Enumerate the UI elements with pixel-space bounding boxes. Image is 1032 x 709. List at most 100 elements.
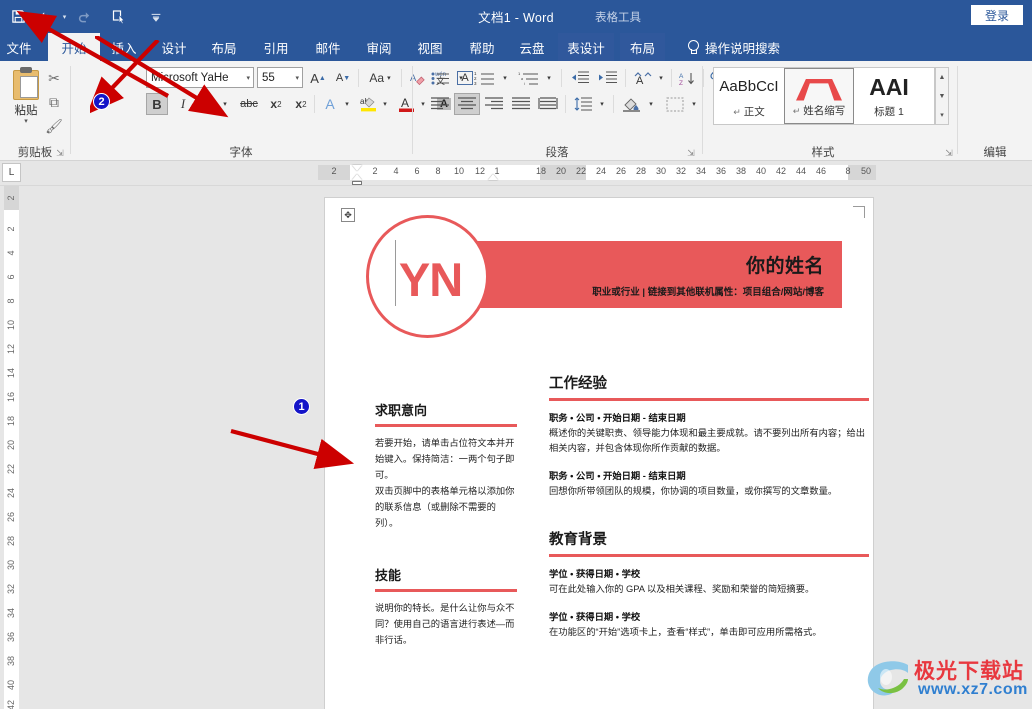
increase-indent-icon[interactable] bbox=[595, 67, 620, 89]
document-page[interactable]: ✥ 你的姓名 职业或行业 | 链接到其他联机属性：项目组合/网站/博客 YN 求… bbox=[325, 198, 873, 709]
font-size-caret-icon[interactable]: ▾ bbox=[295, 74, 299, 82]
subscript-button[interactable]: x2 bbox=[265, 93, 287, 115]
italic-button[interactable]: I bbox=[172, 93, 194, 115]
section-paragraph[interactable]: 若要开始，请单击占位符文本并开始键入。保持简洁：一两个句子即可。 bbox=[375, 436, 517, 484]
horizontal-ruler[interactable]: 2 2 4 6 8 10 12 1 18 20 22 24 26 28 30 3… bbox=[0, 161, 1032, 186]
text-highlight-icon[interactable]: ab bbox=[357, 93, 379, 115]
tab-mailings[interactable]: 邮件 bbox=[308, 33, 348, 61]
decrease-indent-icon[interactable] bbox=[567, 67, 592, 89]
scroll-down-icon[interactable]: ▼ bbox=[939, 87, 946, 105]
section-title[interactable]: 工作经验 bbox=[549, 372, 869, 393]
justify-button[interactable] bbox=[508, 93, 534, 115]
borders-dropdown-icon[interactable]: ▾ bbox=[688, 93, 700, 115]
tab-table-layout[interactable]: 布局 bbox=[620, 33, 665, 61]
entry-body[interactable]: 概述你的关键职责、领导能力体现和最主要成就。请不要列出所有内容；给出相关内容，并… bbox=[549, 426, 869, 457]
style-item-normal[interactable]: AaBbCcI ↵ 正文 bbox=[714, 68, 784, 124]
strikethrough-button[interactable]: abc bbox=[235, 93, 263, 115]
align-center-button[interactable] bbox=[454, 93, 480, 115]
tab-layout[interactable]: 布局 bbox=[204, 33, 244, 61]
paragraph-dialog-launcher[interactable]: ⇲ bbox=[685, 147, 697, 159]
font-size-combo[interactable]: 55 ▾ bbox=[257, 67, 303, 88]
bold-button[interactable]: B bbox=[146, 93, 168, 115]
tab-design[interactable]: 设计 bbox=[154, 33, 194, 61]
borders-icon[interactable] bbox=[663, 93, 687, 115]
styles-gallery-scroll[interactable]: ▲ ▼ ▾ bbox=[935, 67, 949, 125]
paste-dropdown-icon[interactable]: ▾ bbox=[24, 118, 28, 125]
text-effects-icon[interactable]: A bbox=[319, 93, 341, 115]
resume-subtitle[interactable]: 职业或行业 | 链接到其他联机属性：项目组合/网站/博客 bbox=[592, 284, 824, 298]
document-canvas[interactable]: ✥ 你的姓名 职业或行业 | 链接到其他联机属性：项目组合/网站/博客 YN 求… bbox=[22, 186, 1032, 709]
right-indent-marker[interactable] bbox=[488, 174, 498, 180]
entry-heading[interactable]: 学位 • 获得日期 • 学校 bbox=[549, 609, 869, 623]
superscript-button[interactable]: x2 bbox=[290, 93, 312, 115]
more-styles-icon[interactable]: ▾ bbox=[940, 106, 944, 124]
clipboard-dialog-launcher[interactable]: ⇲ bbox=[54, 147, 66, 159]
resume-name[interactable]: 你的姓名 bbox=[746, 251, 824, 278]
sort-icon[interactable]: AZ bbox=[675, 67, 699, 89]
paste-button[interactable]: 粘贴 ▾ bbox=[6, 67, 46, 125]
tell-me-search[interactable]: 操作说明搜索 bbox=[686, 33, 780, 61]
cut-icon[interactable]: ✂ bbox=[44, 69, 64, 87]
styles-gallery[interactable]: AaBbCcI ↵ 正文 ↵ 姓名缩写 AAI 标题 1 bbox=[713, 67, 935, 125]
grow-font-button[interactable]: A ▲ bbox=[307, 67, 329, 89]
shading-icon[interactable] bbox=[619, 93, 643, 115]
change-case-button[interactable]: Aa ▾ bbox=[363, 67, 397, 89]
multilevel-dropdown-icon[interactable]: ▾ bbox=[543, 67, 555, 89]
entry-body[interactable]: 回想你所带领团队的规模，你协调的项目数量，或你撰写的文章数量。 bbox=[549, 484, 869, 499]
highlight-dropdown-icon[interactable]: ▾ bbox=[379, 93, 391, 115]
tab-review[interactable]: 审阅 bbox=[359, 33, 399, 61]
section-paragraph[interactable]: 说明你的特长。是什么让你与众不同？使用自己的语言进行表述—而非行话。 bbox=[375, 601, 517, 649]
tab-table-design[interactable]: 表设计 bbox=[558, 33, 614, 61]
style-item-heading1[interactable]: AAI 标题 1 bbox=[854, 68, 924, 124]
copy-icon[interactable]: ⧉ bbox=[44, 93, 64, 111]
multilevel-list-icon[interactable]: 1ai bbox=[515, 67, 541, 89]
resume-initials[interactable]: YN bbox=[369, 218, 492, 341]
scroll-up-icon[interactable]: ▲ bbox=[939, 68, 946, 86]
entry-body[interactable]: 在功能区的“开始”选项卡上，查看“样式”，单击即可应用所需格式。 bbox=[549, 625, 869, 640]
align-right-button[interactable] bbox=[481, 93, 507, 115]
tab-cloud[interactable]: 云盘 bbox=[512, 33, 552, 61]
entry-heading[interactable]: 职务 • 公司 • 开始日期 - 结束日期 bbox=[549, 468, 869, 482]
asian-layout-icon[interactable]: A bbox=[630, 67, 654, 89]
sign-in-button[interactable]: 登录 bbox=[971, 5, 1023, 25]
font-name-caret-icon[interactable]: ▾ bbox=[246, 74, 250, 82]
shading-dropdown-icon[interactable]: ▾ bbox=[645, 93, 657, 115]
touch-mode-icon[interactable] bbox=[108, 5, 132, 29]
left-indent-marker[interactable] bbox=[352, 181, 362, 185]
tab-stop-selector[interactable]: L bbox=[2, 163, 21, 182]
distribute-button[interactable] bbox=[535, 93, 561, 115]
align-left-button[interactable] bbox=[427, 93, 453, 115]
line-spacing-icon[interactable] bbox=[571, 93, 595, 115]
style-item-initials[interactable]: ↵ 姓名缩写 bbox=[784, 68, 854, 124]
entry-heading[interactable]: 学位 • 获得日期 • 学校 bbox=[549, 566, 869, 580]
hanging-indent-marker[interactable] bbox=[352, 174, 362, 180]
bullets-icon[interactable] bbox=[427, 67, 453, 89]
entry-heading[interactable]: 职务 • 公司 • 开始日期 - 结束日期 bbox=[549, 410, 869, 424]
tab-help[interactable]: 帮助 bbox=[462, 33, 502, 61]
first-line-indent-marker[interactable] bbox=[352, 165, 362, 171]
line-spacing-dropdown-icon[interactable]: ▾ bbox=[596, 93, 608, 115]
font-name-combo[interactable]: Microsoft YaHe ▾ bbox=[146, 67, 254, 88]
numbering-dropdown-icon[interactable]: ▾ bbox=[499, 67, 511, 89]
table-move-handle-icon[interactable]: ✥ bbox=[341, 208, 355, 222]
redo-icon[interactable] bbox=[72, 5, 96, 29]
underline-dropdown-icon[interactable]: ▾ bbox=[219, 93, 231, 115]
entry-body[interactable]: 可在此处输入你的 GPA 以及相关课程、奖励和荣誉的简短摘要。 bbox=[549, 582, 869, 597]
tab-references[interactable]: 引用 bbox=[256, 33, 296, 61]
tab-file[interactable]: 文件 bbox=[0, 33, 38, 61]
tab-insert[interactable]: 插入 bbox=[104, 33, 144, 61]
section-title[interactable]: 技能 bbox=[375, 565, 517, 584]
vertical-ruler[interactable]: 2 2 4 6 8 10 12 14 16 18 20 22 24 26 28 … bbox=[0, 186, 22, 709]
save-icon[interactable] bbox=[6, 5, 30, 29]
styles-dialog-launcher[interactable]: ⇲ bbox=[943, 147, 955, 159]
underline-button[interactable]: U bbox=[197, 93, 219, 115]
undo-icon[interactable] bbox=[33, 5, 57, 29]
text-effects-dropdown-icon[interactable]: ▾ bbox=[341, 93, 353, 115]
section-title[interactable]: 教育背景 bbox=[549, 528, 869, 549]
customize-qat-icon[interactable] bbox=[144, 5, 168, 29]
tab-home[interactable]: 开始 bbox=[48, 33, 100, 61]
section-title[interactable]: 求职意向 bbox=[375, 400, 517, 419]
section-paragraph[interactable]: 双击页脚中的表格单元格以添加你的联系信息（或删除不需要的列）。 bbox=[375, 484, 517, 532]
bullets-dropdown-icon[interactable]: ▾ bbox=[455, 67, 467, 89]
tab-view[interactable]: 视图 bbox=[410, 33, 450, 61]
